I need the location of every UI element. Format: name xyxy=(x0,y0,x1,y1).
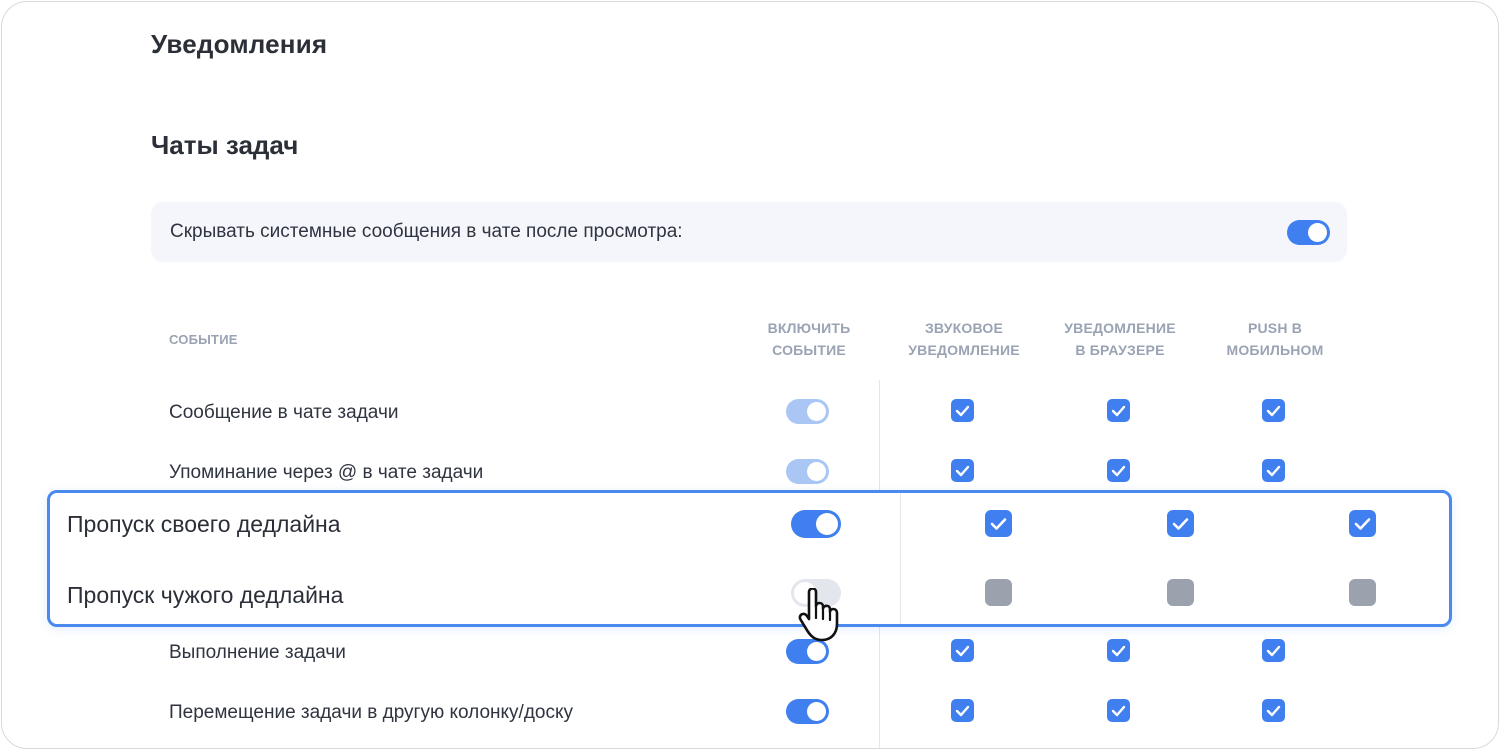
row-enable-toggle[interactable] xyxy=(786,639,829,664)
browser-checkbox[interactable] xyxy=(1107,639,1130,662)
check-icon xyxy=(1172,518,1189,530)
check-icon xyxy=(955,705,970,717)
row-label: Выполнение задачи xyxy=(169,642,346,663)
column-header-enable-line2: СОБЫТИЕ xyxy=(772,342,846,358)
toggle-knob xyxy=(807,702,826,721)
row-enable-toggle[interactable] xyxy=(786,699,829,724)
toggle-knob xyxy=(807,402,826,421)
check-icon xyxy=(955,645,970,657)
check-icon xyxy=(1266,465,1281,477)
push-checkbox[interactable] xyxy=(1262,639,1285,662)
column-header-browser-line2: В БРАУЗЕРЕ xyxy=(1075,342,1165,358)
row-label: Перемещение задачи в другую колонку/доск… xyxy=(169,702,574,723)
push-checkbox[interactable] xyxy=(1262,699,1285,722)
row-label: Упоминание через @ в чате задачи xyxy=(169,462,484,483)
browser-checkbox[interactable] xyxy=(1107,699,1130,722)
check-icon xyxy=(1111,465,1126,477)
sound-checkbox[interactable] xyxy=(951,699,974,722)
column-header-push-line1: PUSH В xyxy=(1247,320,1303,336)
row-label: Пропуск своего дедлайна xyxy=(67,511,341,537)
column-header-sound-line1: ЗВУКОВОЕ xyxy=(924,320,1004,336)
hand-pointer-icon xyxy=(798,588,839,642)
row-enable-toggle[interactable] xyxy=(786,399,829,424)
column-header-event: СОБЫТИЕ xyxy=(169,332,238,347)
check-icon xyxy=(990,518,1007,530)
check-icon xyxy=(1111,405,1126,417)
column-header-push: PUSH В МОБИЛЬНОМ xyxy=(1210,317,1340,361)
column-header-sound-line2: УВЕДОМЛЕНИЕ xyxy=(908,342,1020,358)
push-checkbox[interactable] xyxy=(1349,579,1376,606)
push-checkbox[interactable] xyxy=(1262,459,1285,482)
column-header-browser: УВЕДОМЛЕНИЕ В БРАУЗЕРЕ xyxy=(1055,317,1185,361)
column-header-enable: ВКЛЮЧИТЬ СОБЫТИЕ xyxy=(749,317,869,361)
sound-checkbox[interactable] xyxy=(985,510,1012,537)
browser-checkbox[interactable] xyxy=(1167,510,1194,537)
check-icon xyxy=(955,465,970,477)
check-icon xyxy=(1111,705,1126,717)
check-icon xyxy=(1266,405,1281,417)
column-header-enable-line1: ВКЛЮЧИТЬ xyxy=(767,320,851,336)
push-checkbox[interactable] xyxy=(1349,510,1376,537)
toggle-knob xyxy=(807,642,826,661)
column-divider xyxy=(900,493,901,624)
check-icon xyxy=(1354,518,1371,530)
toggle-knob xyxy=(816,513,838,535)
hide-system-messages-label: Скрывать системные сообщения в чате посл… xyxy=(170,221,683,242)
browser-checkbox[interactable] xyxy=(1107,459,1130,482)
check-icon xyxy=(1266,645,1281,657)
sound-checkbox[interactable] xyxy=(951,459,974,482)
row-enable-toggle[interactable] xyxy=(786,459,829,484)
sound-checkbox[interactable] xyxy=(951,639,974,662)
row-enable-toggle[interactable] xyxy=(791,510,841,538)
browser-checkbox[interactable] xyxy=(1167,579,1194,606)
row-label: Пропуск чужого дедлайна xyxy=(67,582,344,608)
push-checkbox[interactable] xyxy=(1262,399,1285,422)
highlighted-deadline-rows: Пропуск своего дедлайна Пропуск чужого д… xyxy=(47,490,1452,627)
hide-system-messages-setting: Скрывать системные сообщения в чате посл… xyxy=(151,202,1347,262)
notifications-panel: Уведомления Чаты задач Скрывать системны… xyxy=(1,1,1499,749)
toggle-knob xyxy=(807,462,826,481)
check-icon xyxy=(955,405,970,417)
check-icon xyxy=(1111,645,1126,657)
check-icon xyxy=(1266,705,1281,717)
column-header-push-line2: МОБИЛЬНОМ xyxy=(1226,342,1324,358)
browser-checkbox[interactable] xyxy=(1107,399,1130,422)
column-header-sound: ЗВУКОВОЕ УВЕДОМЛЕНИЕ xyxy=(899,317,1029,361)
section-title: Чаты задач xyxy=(151,130,299,160)
sound-checkbox[interactable] xyxy=(951,399,974,422)
hide-system-messages-toggle[interactable] xyxy=(1287,220,1330,245)
page-title: Уведомления xyxy=(151,29,328,59)
sound-checkbox[interactable] xyxy=(985,579,1012,606)
row-label: Сообщение в чате задачи xyxy=(169,402,399,423)
column-header-browser-line1: УВЕДОМЛЕНИЕ xyxy=(1064,320,1176,336)
toggle-knob xyxy=(1308,223,1327,242)
